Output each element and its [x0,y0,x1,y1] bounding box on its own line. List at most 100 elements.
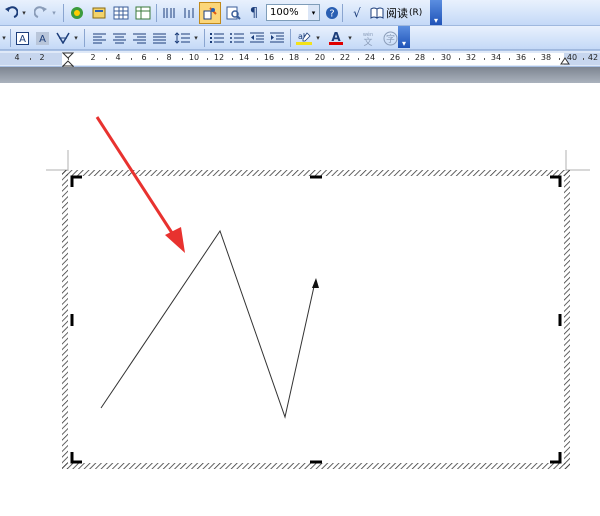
line-spacing-button[interactable] [172,29,192,47]
enclose-char-button[interactable]: 字 [380,29,400,47]
ruler-tick [534,58,535,60]
research-icon [71,7,83,19]
format-toolbar-options-button[interactable]: ▾ [398,26,410,48]
drawing-tool-button[interactable] [90,4,108,22]
indent-marker[interactable] [62,52,74,68]
draw-icon [203,7,217,20]
help-icon: ? [326,7,338,20]
svg-text:A: A [19,34,26,45]
align-left-button[interactable] [90,29,108,47]
reading-button[interactable]: 阅读 (R) [370,4,426,22]
char-shading-button[interactable]: A [34,29,50,47]
excel-button[interactable] [134,4,152,22]
standard-toolbar: ▾ ▾ ¶ 100% ▾ ? √ 阅读 (R) ▾ [0,0,600,26]
decrease-indent-button[interactable] [248,29,266,47]
drawing-icon [92,7,106,19]
ruler-label: 22 [339,53,351,62]
ruler-label: 18 [288,53,300,62]
ruler-label: 2 [90,53,96,62]
ruler-tick [282,58,283,60]
ruler-tick [207,58,208,60]
highlight-button[interactable]: ab [294,29,314,47]
drawing-canvas-frame[interactable] [62,170,570,469]
highlight-icon: ab [296,32,312,45]
ruler-tick [509,58,510,60]
zoom-dropdown[interactable]: ▾ [308,5,319,20]
increase-indent-button[interactable] [268,29,286,47]
line-spacing-dropdown[interactable]: ▾ [192,29,200,47]
align-left-icon [92,33,106,43]
svg-text:文: 文 [363,36,372,46]
svg-text:A: A [39,34,46,45]
ruler-label: 8 [166,53,172,62]
doc-map-button[interactable] [224,4,242,22]
ruler-tick [408,58,409,60]
canvas-resize-handles[interactable] [70,175,562,464]
ruler-tick [106,58,107,60]
ruler-label: 24 [364,53,376,62]
highlight-dropdown[interactable]: ▾ [314,29,322,47]
redo-button[interactable] [32,4,50,22]
undo-icon [5,6,18,18]
ruler-tick [433,58,434,60]
align-right-button[interactable] [130,29,148,47]
justify-icon [152,33,166,43]
svg-text:wén: wén [363,31,373,38]
right-indent-marker[interactable] [560,57,570,67]
ruler-tick [30,58,31,60]
numbering-button[interactable] [208,29,226,47]
ruler-tick [459,58,460,60]
zigzag-arrow-shape[interactable] [100,229,319,419]
font-color-button[interactable]: A [326,29,346,47]
doc-map-icon [226,6,241,20]
drawing-toggle-button[interactable] [199,2,221,24]
undo-dropdown[interactable]: ▾ [20,4,28,22]
decrease-indent-icon [250,32,264,43]
help-button[interactable]: ? [324,5,340,21]
style-dropdown[interactable]: ▾ [0,29,8,47]
ruler-label: 12 [213,53,225,62]
ruler-label: 42 [587,53,599,62]
ruler-label: 28 [414,53,426,62]
research-button[interactable] [68,4,86,22]
ruler-tick [307,58,308,60]
ruler-tick [232,58,233,60]
spreadsheet-icon [135,6,151,20]
phonetic-guide-button[interactable]: wén 文 [358,29,378,47]
ruler-label: 26 [389,53,401,62]
char-scale-button[interactable] [54,29,72,47]
char-border-button[interactable]: A [14,29,30,47]
justify-button[interactable] [150,29,168,47]
document-page[interactable] [0,83,600,512]
horizontal-ruler[interactable]: 4 2 2 4 6 8 10 12 14 16 18 20 22 24 26 28 30 32 34 36 38 40 42 [0,50,600,68]
reading-shortcut: (R) [409,8,423,18]
align-center-button[interactable] [110,29,128,47]
ruler-label: 38 [540,53,552,62]
columns-button[interactable] [160,4,178,22]
red-pointer-arrow [95,116,185,253]
ruler-label: 10 [188,53,200,62]
ruler-tick [583,58,584,60]
ruler-label: 20 [314,53,326,62]
ruler-shadow-band [0,67,600,83]
ruler-label: 4 [14,53,20,62]
bullets-button[interactable] [228,29,246,47]
redo-dropdown[interactable]: ▾ [50,4,58,22]
undo-button[interactable] [2,4,20,22]
ruler-tick [182,58,183,60]
ruler-tick [383,58,384,60]
equation-button[interactable]: √ [347,4,367,22]
ruler-label: 30 [440,53,452,62]
numbering-icon [210,33,224,43]
font-color-dropdown[interactable]: ▾ [346,29,354,47]
table-button[interactable] [112,4,130,22]
char-shading-icon: A [35,31,49,45]
ruler-label: 34 [490,53,502,62]
ruler-label: 2 [39,53,45,62]
char-scale-dropdown[interactable]: ▾ [72,29,80,47]
line-spacing-icon [174,32,190,44]
show-hide-button[interactable]: ¶ [246,4,262,22]
drawing-button[interactable] [180,4,198,22]
toolbar-options-button[interactable]: ▾ [430,0,442,25]
crop-marks [46,150,590,171]
